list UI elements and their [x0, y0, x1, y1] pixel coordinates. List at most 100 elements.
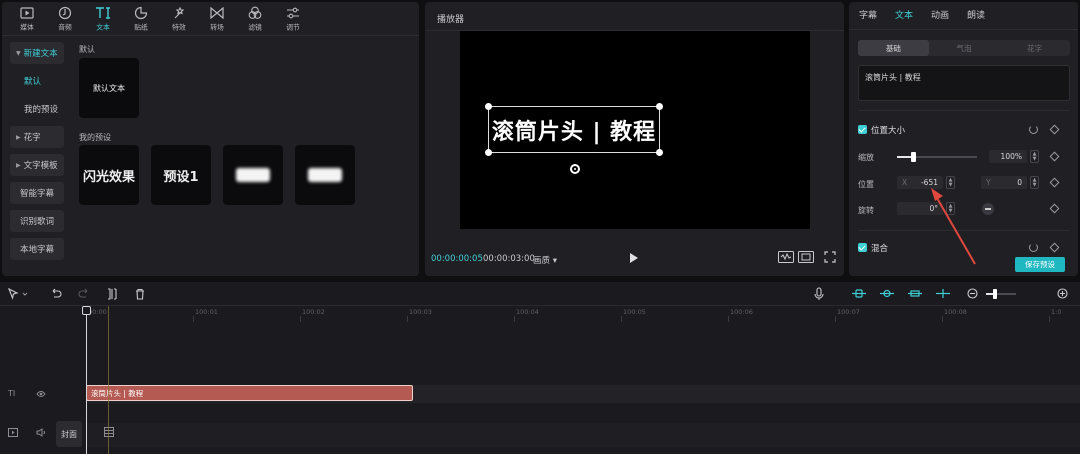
eye-icon[interactable] — [36, 390, 46, 398]
nav-fancy-text[interactable]: ▶ 花字 — [10, 126, 64, 148]
select-cursor-icon[interactable] — [8, 288, 30, 300]
segment-basic[interactable]: 基础 — [858, 40, 929, 56]
flip-icon[interactable] — [982, 203, 994, 215]
tab-read-aloud[interactable]: 朗读 — [967, 2, 985, 29]
player-title: 播放器 — [437, 15, 465, 25]
scale-label: 缩放 — [858, 153, 874, 162]
scale-slider-knob[interactable] — [911, 152, 916, 162]
keyframe-diamond-icon[interactable] — [1049, 203, 1060, 214]
preset-card-flash[interactable]: 闪光效果 — [79, 145, 139, 205]
tab-audio[interactable]: 音频 — [46, 2, 84, 36]
default-text-card[interactable]: 默认文本 — [79, 58, 139, 118]
preset-card-blur-2[interactable] — [295, 145, 355, 205]
text-content-input[interactable]: 滚筒片头 | 教程 — [858, 65, 1070, 101]
text-selection-box[interactable]: 滚筒片头 | 教程 — [485, 103, 663, 156]
tab-label: 媒体 — [20, 23, 34, 31]
tab-text[interactable]: 文本 — [84, 2, 122, 36]
card-label: 预设1 — [163, 169, 199, 185]
segment-bubble[interactable]: 气泡 — [929, 40, 1000, 56]
position-size-checkbox[interactable] — [858, 125, 867, 134]
ruler-tick — [942, 316, 943, 322]
delete-icon[interactable] — [134, 288, 146, 300]
tab-subtitle[interactable]: 字幕 — [859, 2, 877, 29]
tab-effects[interactable]: 特效 — [160, 2, 198, 36]
ratio-icon[interactable] — [798, 251, 814, 263]
preset-card-blur-1[interactable] — [223, 145, 283, 205]
timeline-ruler[interactable]: 00:00 100:01 100:02 100:03 100:04 100:05 100:0… — [86, 306, 1080, 322]
redo-icon[interactable] — [78, 288, 90, 300]
fullscreen-icon[interactable] — [824, 251, 836, 263]
preview-canvas[interactable]: 滚筒片头 | 教程 — [460, 31, 810, 229]
tab-animation[interactable]: 动画 — [931, 2, 949, 29]
resize-handle[interactable] — [656, 149, 663, 156]
tab-filter[interactable]: 滤镜 — [236, 2, 274, 36]
nav-default[interactable]: 默认 — [10, 70, 64, 92]
quality-dropdown[interactable]: 画质 ▾ — [533, 254, 557, 266]
position-label: 位置 — [858, 180, 874, 189]
preview-axis-icon[interactable] — [935, 288, 951, 299]
tab-sticker[interactable]: 贴纸 — [122, 2, 160, 36]
cover-button[interactable]: 封面 — [56, 421, 82, 447]
keyframe-diamond-icon[interactable] — [1049, 242, 1060, 253]
ruler-tick-label: 100:02 — [302, 308, 325, 316]
keyframe-diamond-icon[interactable] — [1049, 151, 1060, 162]
ruler-tick — [514, 316, 515, 322]
split-icon[interactable] — [106, 288, 118, 300]
ruler-tick — [193, 316, 194, 322]
rotate-stepper[interactable]: ▲ ▼ — [946, 202, 955, 215]
tab-label: 文本 — [96, 23, 110, 31]
video-track[interactable] — [86, 423, 1080, 447]
resize-handle[interactable] — [485, 103, 492, 110]
timeline-toolbar — [0, 282, 1080, 306]
rotate-handle-icon[interactable] — [570, 164, 580, 174]
nav-local-caption[interactable]: 本地字幕 — [10, 238, 64, 260]
keyframe-diamond-icon[interactable] — [1049, 177, 1060, 188]
tab-adjust[interactable]: 调节 — [274, 2, 312, 36]
playhead[interactable] — [86, 306, 87, 454]
blurred-preview — [308, 168, 342, 182]
reset-icon[interactable] — [1029, 243, 1038, 252]
ruler-tick — [407, 316, 408, 322]
text-clip[interactable]: 滚筒片头 | 教程 — [86, 385, 413, 401]
save-preset-button[interactable]: 保存预设 — [1015, 257, 1065, 272]
audio-mute-icon[interactable] — [36, 428, 47, 437]
microphone-icon[interactable] — [814, 287, 824, 301]
position-y-input[interactable]: Y0 — [981, 176, 1027, 189]
scale-stepper[interactable]: ▲ ▼ — [1030, 150, 1039, 163]
position-x-input[interactable]: X -651 — [897, 176, 943, 189]
nav-my-presets[interactable]: 我的预设 — [10, 98, 64, 120]
text-category-nav: ▼ 新建文本 默认 我的预设 ▶ 花字 ▶ 文字模板 智能字幕 识别歌词 本地字幕 — [10, 42, 64, 276]
linkage-icon[interactable] — [907, 288, 923, 299]
preset-card-preset1[interactable]: 预设1 — [151, 145, 211, 205]
nav-new-text[interactable]: ▼ 新建文本 — [10, 42, 64, 64]
zoom-out-icon[interactable] — [967, 288, 978, 299]
mix-checkbox[interactable] — [858, 243, 867, 252]
magnet-snap-icon[interactable] — [879, 288, 895, 299]
waveform-icon[interactable] — [778, 251, 794, 263]
ruler-tick-label: 100:03 — [409, 308, 432, 316]
play-icon[interactable] — [629, 252, 639, 264]
position-y-stepper[interactable]: ▲ ▼ — [1030, 176, 1039, 189]
zoom-slider-knob[interactable] — [992, 289, 997, 299]
tab-media[interactable]: 媒体 — [8, 2, 46, 36]
segment-fancy[interactable]: 花字 — [999, 40, 1070, 56]
nav-smart-caption[interactable]: 智能字幕 — [10, 182, 64, 204]
playhead-handle[interactable] — [82, 306, 91, 315]
keyframe-diamond-icon[interactable] — [1049, 124, 1060, 135]
nav-recognize-lyrics[interactable]: 识别歌词 — [10, 210, 64, 232]
rotate-label: 旋转 — [858, 206, 874, 215]
position-size-heading: 位置大小 — [871, 126, 906, 136]
position-x-stepper[interactable]: ▲ ▼ — [946, 176, 955, 189]
nav-text-template[interactable]: ▶ 文字模板 — [10, 154, 64, 176]
reset-icon[interactable] — [1029, 125, 1038, 134]
zoom-in-icon[interactable] — [1057, 288, 1068, 299]
resize-handle[interactable] — [485, 149, 492, 156]
tab-text[interactable]: 文本 — [895, 2, 913, 29]
tab-transition[interactable]: 转场 — [198, 2, 236, 36]
scale-input[interactable]: 100% — [989, 150, 1027, 163]
inspector-panel: 字幕 文本 动画 朗读 基础 气泡 花字 滚筒片头 | 教程 位置大小 缩放 1… — [849, 2, 1078, 276]
link-main-track-icon[interactable] — [851, 288, 867, 299]
rotate-input[interactable]: 0° — [897, 202, 943, 215]
resize-handle[interactable] — [656, 103, 663, 110]
undo-icon[interactable] — [50, 288, 62, 300]
